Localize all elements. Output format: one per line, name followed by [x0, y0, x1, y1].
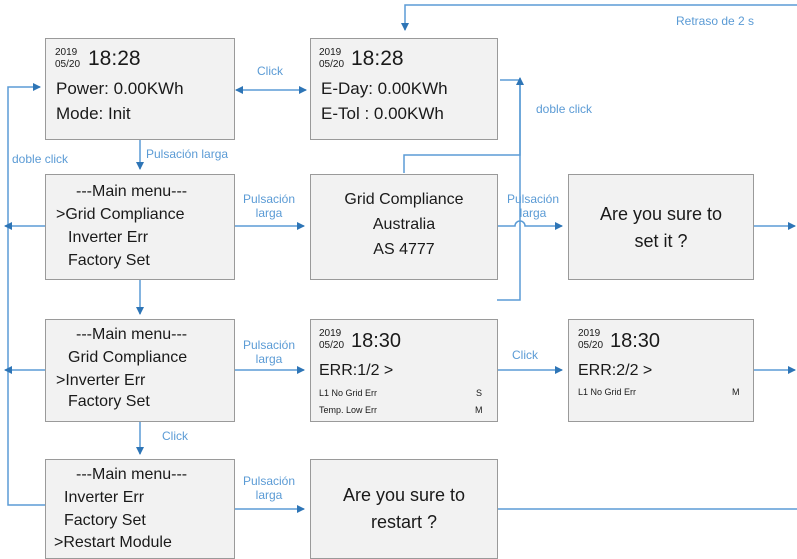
grid-standard: AS 4777	[373, 241, 435, 258]
err-return-line	[497, 77, 524, 301]
long-press-word-1: Pulsación	[242, 474, 296, 488]
error-code-1: M	[732, 387, 740, 397]
long-press-word-2: larga	[519, 206, 547, 220]
main-menu-grid-compliance: ---Main menu--- >Grid Compliance Inverte…	[45, 174, 235, 280]
confirm-set-dialog: Are you sure to set it ?	[568, 174, 754, 280]
home-screen-energy: 2019 05/20 18:28 E-Day: 0.00KWh E-Tol : …	[310, 38, 498, 140]
year-label: 2019	[578, 328, 601, 339]
etol-line: E-Tol : 0.00KWh	[321, 104, 444, 123]
double-click-loop	[7, 83, 45, 506]
long-press-label: Pulsación larga	[500, 192, 566, 220]
menu-title: ---Main menu---	[76, 183, 188, 200]
mode-line: Mode: Init	[56, 104, 131, 123]
click-label: Click	[257, 64, 283, 78]
confirm-action: restart ?	[370, 512, 438, 532]
long-press-label: Pulsación larga	[236, 192, 302, 220]
year-label: 2019	[319, 328, 342, 339]
long-press-word-2: larga	[255, 206, 283, 220]
grid-title: Grid Compliance	[344, 191, 464, 208]
confirm-question: Are you sure to	[342, 485, 466, 505]
confirm-question: Are you sure to	[599, 204, 723, 224]
grid-to-confirm-arrow	[497, 220, 563, 230]
error-code-2: M	[475, 405, 483, 415]
error-entry-1: L1 No Grid Err	[319, 388, 378, 398]
power-line: Power: 0.00KWh	[56, 79, 184, 98]
click-label: Click	[162, 429, 188, 443]
error-code-1: S	[476, 388, 483, 398]
date-label: 05/20	[55, 59, 81, 70]
main-menu-restart-module: ---Main menu--- Inverter Err Factory Set…	[45, 459, 235, 559]
menu-item: Factory Set	[64, 512, 146, 529]
double-click-label: doble click	[12, 152, 69, 166]
long-press-word-2: larga	[255, 488, 283, 502]
menu-item: Factory Set	[68, 393, 150, 410]
error-entry-2: Temp. Low Err	[319, 405, 378, 415]
eday-line: E-Day: 0.00KWh	[321, 79, 448, 98]
confirm-action: set it ?	[634, 231, 688, 251]
double-click-label: doble click	[536, 102, 593, 116]
long-press-word-1: Pulsación	[506, 192, 560, 206]
confirm-restart-dialog: Are you sure to restart ?	[310, 459, 498, 559]
time-label: 18:30	[351, 330, 402, 352]
grid-country: Australia	[372, 216, 436, 233]
long-press-label: Pulsación larga	[236, 338, 302, 366]
menu-item: Grid Compliance	[68, 349, 188, 366]
menu-item-selected: >Inverter Err	[56, 372, 146, 389]
menu-item-selected: >Grid Compliance	[56, 206, 185, 223]
menu-item: Factory Set	[68, 252, 150, 269]
year-label: 2019	[55, 47, 78, 58]
year-label: 2019	[319, 47, 342, 58]
error-screen-2: 2019 05/20 18:30 ERR:2/2 > L1 No Grid Er…	[568, 319, 754, 422]
long-press-word-1: Pulsación	[242, 192, 296, 206]
main-menu-inverter-err: ---Main menu--- Grid Compliance >Inverte…	[45, 319, 235, 422]
date-label: 05/20	[578, 340, 604, 351]
time-label: 18:28	[351, 47, 404, 70]
date-label: 05/20	[319, 59, 345, 70]
menu-title: ---Main menu---	[76, 326, 188, 343]
error-screen-1: 2019 05/20 18:30 ERR:1/2 > L1 No Grid Er…	[310, 319, 498, 422]
menu-item-selected: >Restart Module	[54, 534, 172, 551]
long-press-word-1: Pulsación	[242, 338, 296, 352]
click-label: Click	[512, 348, 538, 362]
grid-compliance-screen: Grid Compliance Australia AS 4777	[310, 174, 498, 280]
error-entry-1: L1 No Grid Err	[578, 387, 637, 397]
error-header: ERR:1/2 >	[319, 362, 394, 379]
time-label: 18:30	[610, 330, 661, 352]
long-press-label: Pulsación larga	[236, 474, 302, 502]
date-label: 05/20	[319, 340, 345, 351]
long-press-word-2: larga	[255, 352, 283, 366]
time-label: 18:28	[88, 47, 141, 70]
home-screen-power: 2019 05/20 18:28 Power: 0.00KWh Mode: In…	[45, 38, 235, 140]
long-press-label: Pulsación larga	[146, 147, 229, 161]
menu-item: Inverter Err	[64, 489, 145, 506]
menu-title: ---Main menu---	[76, 466, 188, 483]
delay-label: Retraso de 2 s	[676, 14, 755, 28]
menu-item: Inverter Err	[68, 229, 149, 246]
error-header: ERR:2/2 >	[578, 362, 653, 379]
